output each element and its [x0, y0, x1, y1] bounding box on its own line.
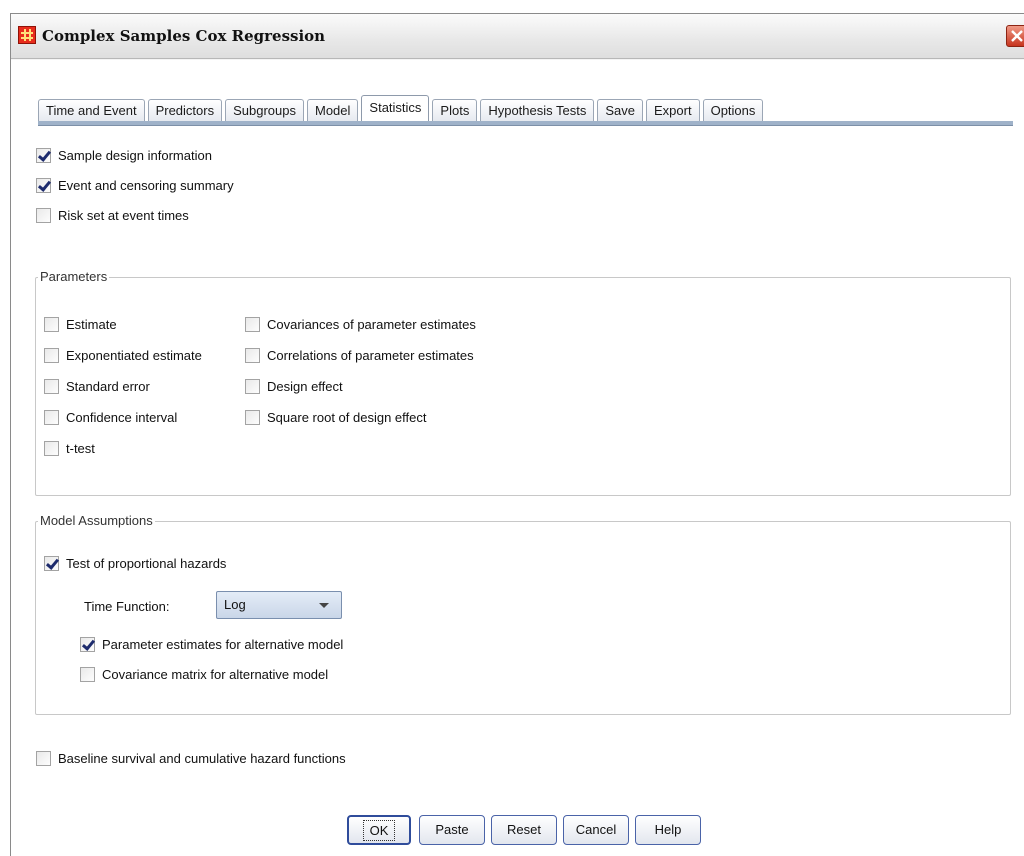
- parameters-group: Parameters: [35, 269, 1011, 496]
- param-alt-model-label: Parameter estimates for alternative mode…: [102, 636, 344, 652]
- tab-subgroups[interactable]: Subgroups: [225, 99, 304, 121]
- covariances-option[interactable]: Covariances of parameter estimates: [245, 315, 476, 333]
- sqrt-design-effect-checkbox[interactable]: [245, 409, 260, 425]
- risk-set-checkbox[interactable]: [36, 207, 51, 223]
- tab-plots[interactable]: Plots: [432, 99, 478, 121]
- event-censoring-label: Event and censoring summary: [58, 177, 234, 193]
- covariances-label: Covariances of parameter estimates: [267, 316, 476, 332]
- tab-panel-edge: [38, 121, 1013, 126]
- cov-alt-model-option[interactable]: Covariance matrix for alternative model: [80, 665, 328, 683]
- correlations-label: Correlations of parameter estimates: [267, 347, 474, 363]
- covariances-checkbox[interactable]: [245, 316, 260, 332]
- sample-design-label: Sample design information: [58, 147, 212, 163]
- time-function-label: Time Function:: [84, 599, 170, 614]
- tab-save[interactable]: Save: [597, 99, 643, 121]
- model-assumptions-group: Model Assumptions: [35, 513, 1011, 715]
- t-test-checkbox[interactable]: [44, 440, 59, 456]
- standard-error-label: Standard error: [66, 378, 150, 394]
- sample-design-option[interactable]: Sample design information: [36, 146, 212, 164]
- tab-statistics[interactable]: Statistics: [361, 95, 430, 122]
- cov-alt-model-checkbox[interactable]: [80, 666, 95, 682]
- time-function-select[interactable]: Log: [216, 591, 342, 619]
- paste-button[interactable]: Paste: [419, 815, 485, 845]
- param-alt-model-option[interactable]: Parameter estimates for alternative mode…: [80, 635, 343, 653]
- correlations-checkbox[interactable]: [245, 347, 260, 363]
- exponentiated-estimate-label: Exponentiated estimate: [66, 347, 202, 363]
- confidence-interval-checkbox[interactable]: [44, 409, 59, 425]
- window-title: Complex Samples Cox Regression: [42, 27, 326, 45]
- risk-set-option[interactable]: Risk set at event times: [36, 206, 189, 224]
- estimate-label: Estimate: [66, 316, 117, 332]
- tab-options[interactable]: Options: [702, 99, 764, 121]
- model-assumptions-group-title: Model Assumptions: [38, 513, 155, 528]
- sample-design-checkbox[interactable]: [36, 147, 51, 163]
- parameters-group-title: Parameters: [38, 269, 110, 284]
- dialog-window: Complex Samples Cox Regression Time and …: [10, 13, 1024, 856]
- event-censoring-option[interactable]: Event and censoring summary: [36, 176, 234, 194]
- cancel-button[interactable]: Cancel: [563, 815, 629, 845]
- t-test-option[interactable]: t-test: [44, 439, 95, 457]
- tab-predictors[interactable]: Predictors: [147, 99, 223, 121]
- dropdown-arrow-icon: [319, 603, 329, 608]
- tab-model[interactable]: Model: [306, 99, 359, 121]
- correlations-option[interactable]: Correlations of parameter estimates: [245, 346, 474, 364]
- proportional-hazards-label: Test of proportional hazards: [66, 555, 227, 571]
- tab-time-and-event[interactable]: Time and Event: [38, 99, 145, 121]
- help-button[interactable]: Help: [635, 815, 701, 845]
- event-censoring-checkbox[interactable]: [36, 177, 51, 193]
- baseline-survival-label: Baseline survival and cumulative hazard …: [58, 750, 346, 766]
- exponentiated-estimate-checkbox[interactable]: [44, 347, 59, 363]
- ok-button-label: OK: [362, 820, 396, 841]
- confidence-interval-option[interactable]: Confidence interval: [44, 408, 177, 426]
- proportional-hazards-checkbox[interactable]: [44, 555, 59, 571]
- tab-hypothesis-tests[interactable]: Hypothesis Tests: [480, 99, 595, 121]
- tab-strip: Time and Event Predictors Subgroups Mode…: [38, 95, 766, 122]
- sqrt-design-effect-option[interactable]: Square root of design effect: [245, 408, 426, 426]
- app-icon: [18, 26, 36, 44]
- sqrt-design-effect-label: Square root of design effect: [267, 409, 427, 425]
- ok-button[interactable]: OK: [347, 815, 411, 845]
- title-bar[interactable]: Complex Samples Cox Regression: [11, 14, 1024, 59]
- estimate-option[interactable]: Estimate: [44, 315, 117, 333]
- baseline-survival-checkbox[interactable]: [36, 750, 51, 766]
- exponentiated-estimate-option[interactable]: Exponentiated estimate: [44, 346, 202, 364]
- proportional-hazards-option[interactable]: Test of proportional hazards: [44, 554, 226, 572]
- design-effect-checkbox[interactable]: [245, 378, 260, 394]
- close-icon: [1011, 30, 1023, 42]
- param-alt-model-checkbox[interactable]: [80, 636, 95, 652]
- cov-alt-model-label: Covariance matrix for alternative model: [102, 666, 329, 682]
- t-test-label: t-test: [66, 440, 95, 456]
- close-button[interactable]: [1006, 25, 1024, 47]
- standard-error-checkbox[interactable]: [44, 378, 59, 394]
- reset-button[interactable]: Reset: [491, 815, 557, 845]
- estimate-checkbox[interactable]: [44, 316, 59, 332]
- standard-error-option[interactable]: Standard error: [44, 377, 150, 395]
- risk-set-label: Risk set at event times: [58, 207, 189, 223]
- design-effect-option[interactable]: Design effect: [245, 377, 343, 395]
- tab-export[interactable]: Export: [646, 99, 700, 121]
- confidence-interval-label: Confidence interval: [66, 409, 178, 425]
- design-effect-label: Design effect: [267, 378, 343, 394]
- baseline-survival-option[interactable]: Baseline survival and cumulative hazard …: [36, 749, 346, 767]
- dialog-body: Time and Event Predictors Subgroups Mode…: [11, 59, 1024, 856]
- time-function-value: Log: [224, 597, 246, 612]
